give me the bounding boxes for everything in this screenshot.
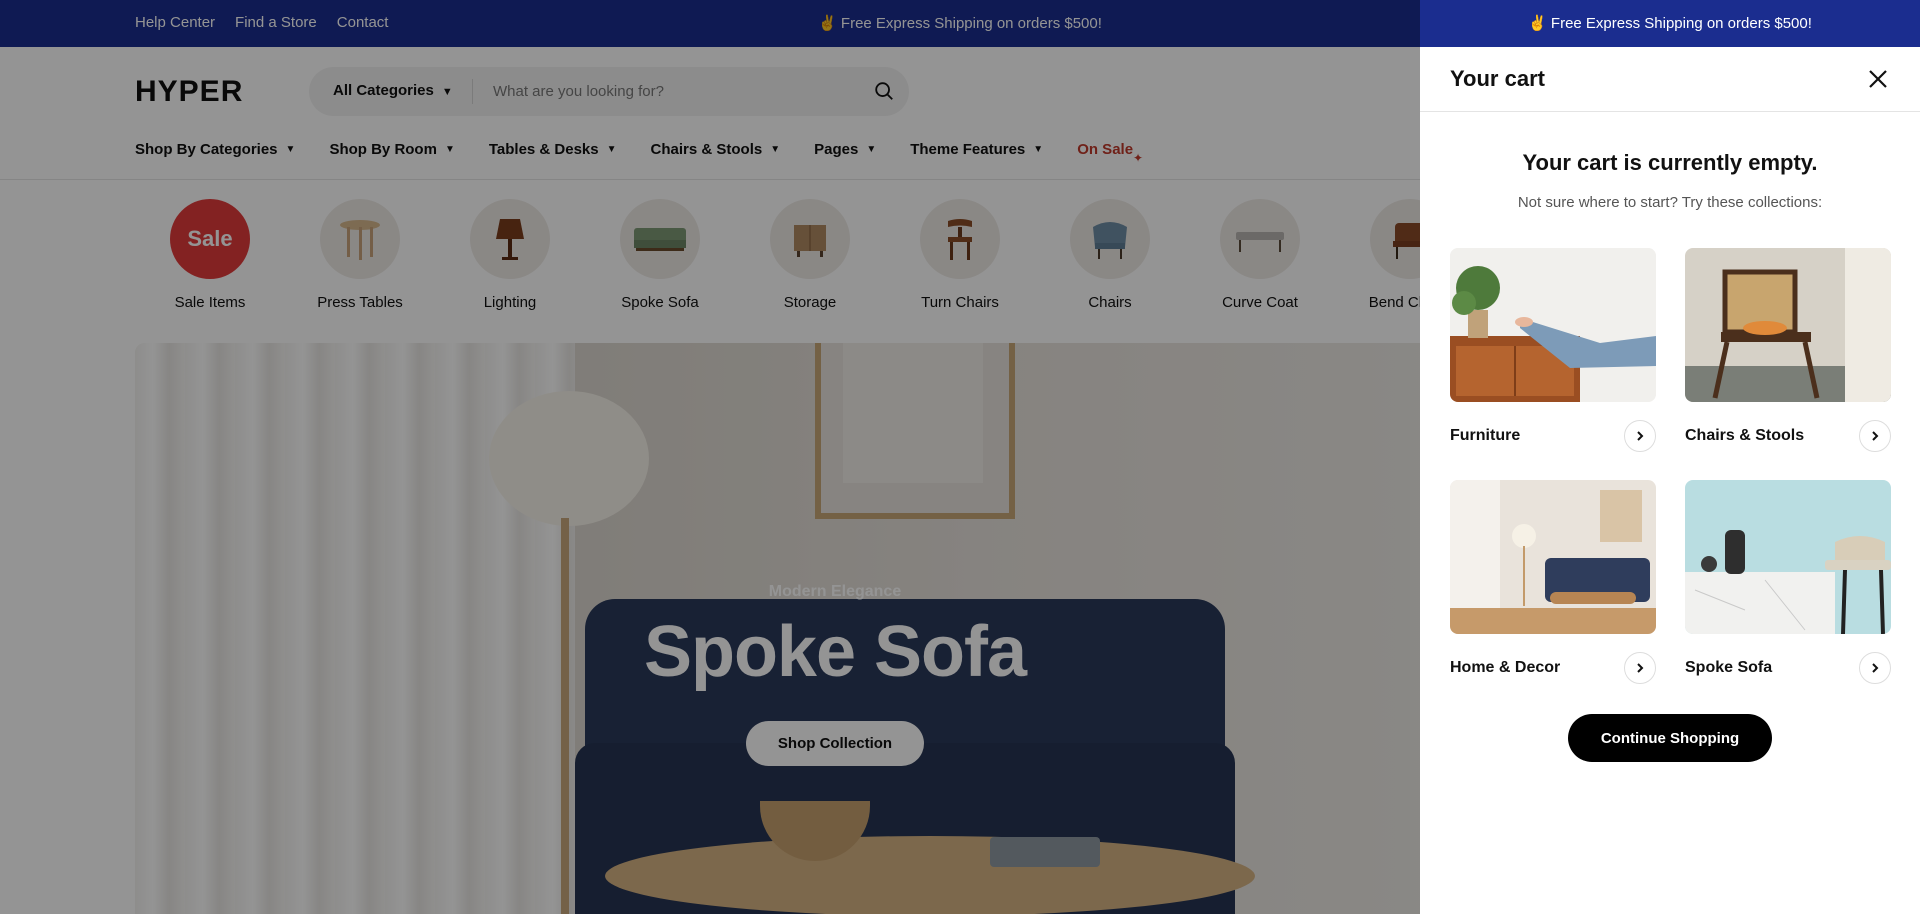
collection-spoke-sofa[interactable]: Spoke Sofa xyxy=(1685,480,1891,684)
chevron-right-icon[interactable] xyxy=(1624,652,1656,684)
collection-image[interactable] xyxy=(1685,480,1891,634)
collection-name: Spoke Sofa xyxy=(1685,659,1773,676)
cart-drawer: ✌️ Free Express Shipping on orders $500!… xyxy=(1420,0,1920,914)
collection-name: Furniture xyxy=(1450,427,1521,444)
chevron-right-icon[interactable] xyxy=(1624,420,1656,452)
chevron-right-icon[interactable] xyxy=(1859,420,1891,452)
collection-name: Chairs & Stools xyxy=(1685,427,1805,444)
drawer-shipping-promo: ✌️ Free Express Shipping on orders $500! xyxy=(1420,0,1920,47)
chevron-right-icon[interactable] xyxy=(1859,652,1891,684)
cart-header: Your cart xyxy=(1420,47,1920,112)
collection-name: Home & Decor xyxy=(1450,659,1561,676)
collection-image[interactable] xyxy=(1450,248,1656,402)
close-icon[interactable] xyxy=(1866,67,1890,91)
drawer-overlay[interactable] xyxy=(0,0,1420,914)
cart-empty-title: Your cart is currently empty. xyxy=(1522,150,1818,175)
collection-image[interactable] xyxy=(1450,480,1656,634)
continue-shopping-button[interactable]: Continue Shopping xyxy=(1568,714,1772,762)
cart-title: Your cart xyxy=(1450,66,1545,91)
cart-empty-subtitle: Not sure where to start? Try these colle… xyxy=(1517,194,1823,211)
collection-chairs-stools[interactable]: Chairs & Stools xyxy=(1685,248,1891,452)
collection-home-decor[interactable]: Home & Decor xyxy=(1450,480,1656,684)
collection-furniture[interactable]: Furniture xyxy=(1450,248,1656,452)
collection-image[interactable] xyxy=(1685,248,1891,402)
